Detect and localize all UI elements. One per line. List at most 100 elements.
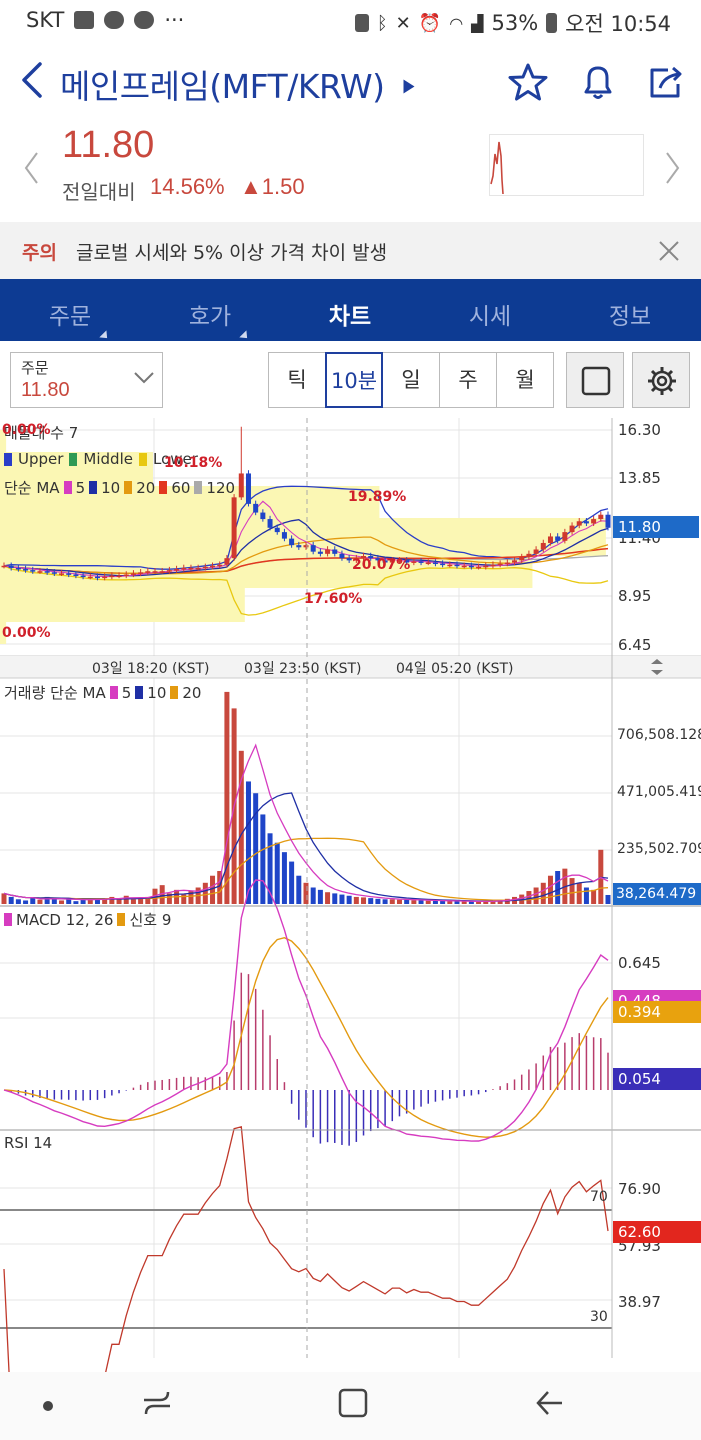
mini-chart[interactable] (489, 134, 644, 196)
volume-bar (15, 899, 21, 904)
ma-period: 10 (147, 683, 167, 702)
rsi-level-low: 30 (590, 1309, 608, 1325)
wifi-icon: ◠ (449, 13, 464, 33)
share-icon[interactable] (646, 62, 686, 102)
candle-body (440, 563, 446, 566)
period-selector: 틱 10분 일 주 월 (268, 352, 554, 408)
volume-bar (375, 898, 381, 904)
tab-orderbook[interactable]: 호가 (150, 297, 270, 342)
volume-bar (425, 900, 431, 904)
home-dot-icon[interactable] (40, 1398, 56, 1414)
legend-swatch (135, 686, 144, 699)
change-amount: ▲1.50 (240, 174, 305, 199)
ma-legend: 단순 MA 5 10 20 60 120 (4, 477, 235, 498)
square-icon (581, 366, 611, 396)
candle-body (468, 565, 474, 568)
settings-button[interactable] (632, 352, 690, 408)
legend-swatch (63, 481, 72, 494)
back-icon[interactable] (16, 60, 52, 100)
volume-bar (130, 899, 136, 904)
legend-swatch (4, 913, 12, 926)
candle-body (224, 558, 230, 565)
volume-bar (325, 892, 331, 904)
tab-order[interactable]: 주문 (10, 297, 130, 342)
tab-label: 정보 (608, 304, 652, 330)
volume-bar (94, 899, 100, 904)
next-market-icon[interactable] (662, 150, 682, 186)
close-icon[interactable] (658, 240, 680, 262)
candle-body (317, 551, 323, 554)
recent-apps-icon[interactable] (140, 1386, 174, 1420)
candle-body (59, 573, 65, 575)
candle-body (181, 567, 187, 570)
candle-body (533, 549, 539, 554)
tab-chart[interactable]: 차트 (290, 297, 410, 331)
volume-bar (440, 900, 446, 904)
volume-bar (289, 861, 295, 904)
tab-quotes[interactable]: 시세 (430, 297, 550, 331)
period-week-button[interactable]: 주 (439, 352, 497, 408)
volume-bar (432, 900, 438, 904)
period-10min-button[interactable]: 10분 (325, 352, 383, 408)
period-tick-button[interactable]: 틱 (268, 352, 326, 408)
candle-body (576, 521, 582, 526)
warning-banner: 주의 글로벌 시세와 5% 이상 가격 차이 발생 (0, 222, 701, 279)
candle-body (202, 566, 208, 569)
signal-legend-title: 신호 9 (129, 911, 172, 929)
volume-bar (591, 889, 597, 904)
candle-body (497, 563, 503, 566)
legend-swatch (138, 452, 147, 466)
submenu-caret-icon (239, 330, 251, 342)
price-axis-tick: 13.85 (618, 469, 661, 487)
candle-body (540, 542, 546, 550)
volume-bar (245, 781, 251, 904)
favorite-star-icon[interactable] (508, 62, 548, 102)
legend-swatch (89, 481, 98, 494)
legend-swatch (124, 481, 133, 494)
candle-body (238, 473, 244, 498)
status-bar: SKT ··· ᛒ ✕ ⏰ ◠ ▟ 53% 오전 10:54 (0, 0, 701, 44)
battery-pct: 53% (491, 11, 539, 35)
battery-icon (546, 13, 558, 33)
candle-body (339, 553, 345, 559)
period-month-button[interactable]: 월 (496, 352, 554, 408)
candle-body (325, 549, 331, 554)
chart-canvas[interactable] (0, 418, 701, 1372)
volume-bar (281, 852, 287, 904)
market-dropdown-icon[interactable] (403, 79, 415, 94)
macd-axis-tick: 0.645 (618, 954, 661, 972)
prev-market-icon[interactable] (22, 150, 42, 186)
time-axis-label: 03일 23:50 (KST) (244, 661, 362, 677)
candle-body (166, 570, 172, 572)
order-dropdown[interactable]: 주문 11.80 (10, 352, 163, 408)
rsi-level-high: 70 (590, 1189, 608, 1205)
current-price-tag: 11.80 (613, 516, 699, 538)
candle-body (310, 545, 316, 552)
volume-bar (253, 793, 259, 904)
candle-body (519, 557, 525, 561)
chevron-down-icon (134, 372, 154, 384)
candle-body (303, 545, 309, 548)
candle-body (504, 562, 510, 565)
candle-body (116, 575, 122, 578)
tab-label: 주문 (48, 304, 92, 330)
period-day-button[interactable]: 일 (382, 352, 440, 408)
rsi-current-tag: 62.60 (613, 1221, 701, 1243)
more-notifications-icon: ··· (164, 8, 185, 32)
candle-body (267, 519, 273, 528)
volume-profile-band (0, 588, 245, 622)
candle-body (30, 570, 36, 572)
vp-pct-label: 19.89% (348, 489, 407, 505)
home-icon[interactable] (336, 1386, 370, 1420)
alert-bell-icon[interactable] (578, 62, 618, 102)
gallery-icon (74, 11, 95, 29)
ma-period: 5 (75, 478, 86, 497)
legend-swatch (4, 452, 12, 466)
market-title[interactable]: 메인프레임(MFT/KRW) (60, 60, 385, 108)
ma-period: 10 (101, 478, 121, 497)
tab-info[interactable]: 정보 (570, 297, 690, 331)
back-nav-icon[interactable] (532, 1386, 566, 1420)
volume-bar (411, 900, 417, 904)
fullscreen-button[interactable] (566, 352, 624, 408)
candle-body (454, 564, 460, 567)
